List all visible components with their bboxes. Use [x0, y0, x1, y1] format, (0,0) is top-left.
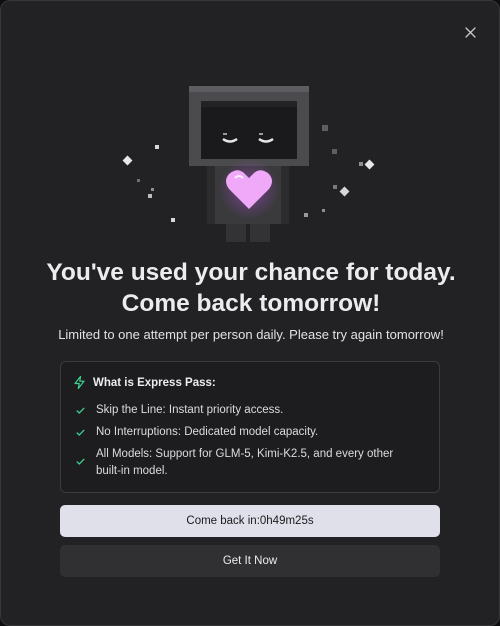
express-pass-header: What is Express Pass:: [74, 376, 216, 389]
feature-item: No Interruptions: Dedicated model capaci…: [76, 424, 416, 441]
dialog-title: You've used your chance for today. Come …: [46, 259, 456, 317]
express-pass-info-box: What is Express Pass: Skip the Line: Ins…: [60, 361, 440, 493]
check-icon: [76, 402, 86, 419]
robot-head: [189, 86, 309, 166]
express-pass-header-label: What is Express Pass:: [93, 376, 216, 389]
robot-illustration: [122, 86, 375, 242]
feature-item: Skip the Line: Instant priority access.: [76, 402, 416, 419]
feature-text: No Interruptions: Dedicated model capaci…: [96, 426, 319, 438]
heart-icon: [219, 159, 279, 219]
check-icon: [76, 424, 86, 441]
dialog-subtitle: Limited to one attempt per person daily.…: [58, 327, 444, 342]
close-icon[interactable]: [464, 26, 476, 38]
feature-text: All Models: Support for GLM-5, Kimi-K2.5…: [96, 448, 394, 477]
close-button[interactable]: [461, 23, 479, 41]
check-icon: [76, 453, 86, 470]
express-pass-dialog: You've used your chance for today. Come …: [0, 0, 500, 626]
get-it-now-button[interactable]: Get It Now: [60, 545, 440, 577]
feature-text: Skip the Line: Instant priority access.: [96, 404, 284, 416]
feature-item: All Models: Support for GLM-5, Kimi-K2.5…: [76, 446, 416, 480]
come-back-countdown-button[interactable]: Come back in:0h49m25s: [60, 505, 440, 537]
lightning-bolt-icon: [74, 376, 85, 389]
